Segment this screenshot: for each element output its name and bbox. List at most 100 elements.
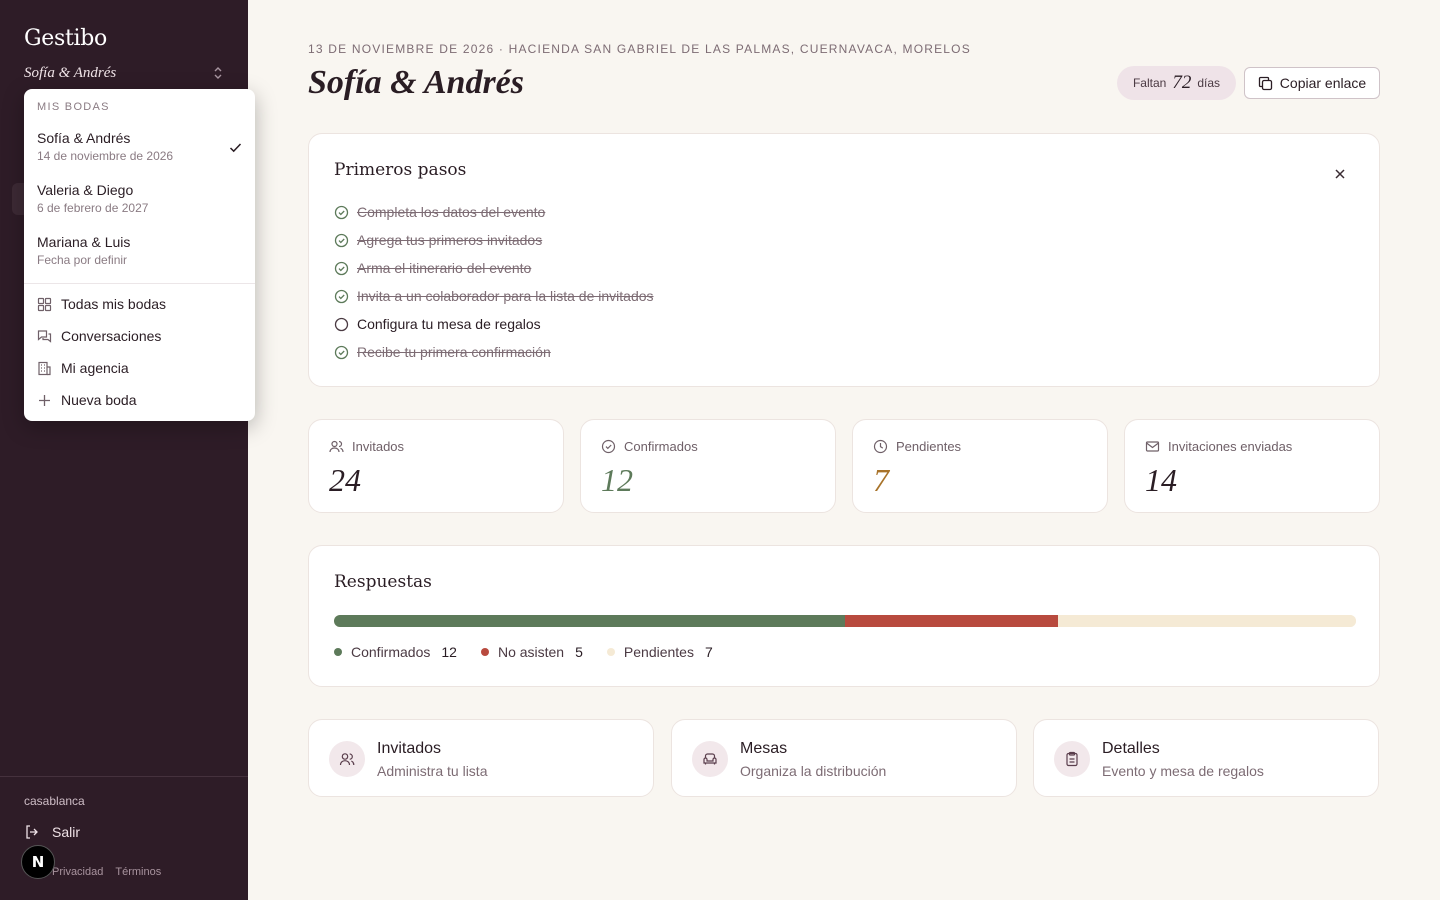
check-circle-icon: [334, 233, 349, 247]
stat-label-text: Invitaciones enviadas: [1168, 439, 1293, 454]
checklist-item-label: Recibe tu primera confirmación: [357, 344, 551, 360]
stat-card-guests[interactable]: Invitados 24: [308, 419, 564, 513]
nav-card-title: Invitados: [377, 740, 442, 757]
countdown-value: 72: [1172, 72, 1192, 93]
stat-card-pending[interactable]: Pendientes 7: [852, 419, 1108, 513]
nav-card-subtitle: Evento y mesa de regalos: [1102, 763, 1264, 779]
logout-icon: [26, 825, 38, 839]
checklist-item[interactable]: Invita a un colaborador para la lista de…: [334, 288, 654, 304]
checklist-item[interactable]: Recibe tu primera confirmación: [334, 344, 551, 360]
nav-card-title: Detalles: [1102, 740, 1160, 757]
all-weddings-action[interactable]: Todas mis bodas: [37, 293, 166, 315]
legend-label: No asisten: [497, 644, 565, 660]
chevron-up-down-icon: [214, 67, 222, 79]
wedding-option[interactable]: Sofía & Andrés 14 de noviembre de 2026: [24, 126, 255, 174]
stat-value: 7: [873, 462, 889, 498]
weddings-dropdown: MIS BODAS Sofía & Andrés 14 de noviembre…: [24, 89, 255, 421]
action-label: Mi agencia: [61, 360, 129, 376]
check-circle-icon: [334, 205, 349, 219]
empty-circle-icon: [334, 317, 349, 331]
brand-logo[interactable]: Gestibo: [24, 26, 107, 51]
nav-card-details[interactable]: Detalles Evento y mesa de regalos: [1033, 719, 1379, 797]
stat-value: 14: [1145, 462, 1177, 498]
close-icon[interactable]: [1333, 167, 1347, 181]
clipboard-icon: [1066, 751, 1078, 767]
current-wedding-name: Sofía & Andrés: [24, 64, 117, 81]
wedding-option[interactable]: Mariana & Luis Fecha por definir: [24, 230, 255, 278]
checklist-item[interactable]: Completa los datos del evento: [334, 204, 545, 220]
stat-label-text: Invitados: [352, 439, 405, 454]
nav-card-icon: [1054, 741, 1090, 777]
check-circle-icon: [334, 345, 349, 359]
check-circle-icon: [334, 289, 349, 303]
sofa-icon: [703, 753, 717, 765]
new-wedding-action[interactable]: Nueva boda: [37, 389, 137, 411]
event-date-location: 13 DE NOVIEMBRE DE 2026 · HACIENDA SAN G…: [308, 42, 971, 56]
stat-label: Invitados: [329, 439, 404, 454]
legend-count: 5: [575, 644, 583, 660]
building-icon: [38, 361, 51, 375]
checklist-item-label: Completa los datos del evento: [357, 204, 546, 220]
sidebar-divider: [0, 776, 248, 777]
legend-item: Pendientes 7: [606, 644, 713, 660]
legend-dot: [480, 648, 489, 656]
check-icon: [229, 143, 242, 153]
stat-value: 24: [329, 462, 361, 498]
legend-item: No asisten 5: [480, 644, 583, 660]
logout-button[interactable]: Salir: [24, 824, 80, 840]
wedding-option-date: Fecha por definir: [37, 253, 128, 267]
plus-icon: [39, 394, 50, 406]
responses-title: Respuestas: [334, 572, 432, 592]
nav-card-icon: [692, 741, 728, 777]
org-name: casablanca: [24, 794, 85, 808]
clock-icon: [873, 439, 888, 454]
checklist-item-label: Configura tu mesa de regalos: [357, 316, 541, 332]
wedding-option-date: 6 de febrero de 2027: [37, 201, 149, 215]
getting-started-card: Primeros pasos Completa los datos del ev…: [308, 133, 1380, 387]
nav-card-tables[interactable]: Mesas Organiza la distribución: [671, 719, 1017, 797]
countdown-suffix: días: [1197, 76, 1221, 90]
action-label: Conversaciones: [61, 328, 162, 344]
stat-card-invitations[interactable]: Invitaciones enviadas 14: [1124, 419, 1380, 513]
countdown-badge: Faltan 72 días: [1117, 66, 1236, 100]
stat-label: Invitaciones enviadas: [1145, 439, 1292, 454]
responses-legend: Confirmados 12 No asisten 5 Pendientes 7: [334, 644, 713, 660]
nav-card-subtitle: Organiza la distribución: [740, 763, 887, 779]
responses-progress-bar: [334, 615, 1356, 627]
stat-label-text: Confirmados: [624, 439, 698, 454]
legend-item: Confirmados 12: [334, 644, 457, 660]
wedding-option-name: Valeria & Diego: [37, 182, 134, 198]
stat-label: Pendientes: [873, 439, 961, 454]
checklist-item[interactable]: Configura tu mesa de regalos: [334, 316, 541, 332]
dropdown-divider: [24, 283, 255, 284]
progress-segment: [1057, 615, 1356, 627]
conversations-action[interactable]: Conversaciones: [37, 325, 161, 347]
wedding-option-name: Sofía & Andrés: [37, 130, 131, 146]
wedding-option-date: 14 de noviembre de 2026: [37, 149, 174, 163]
copy-link-button[interactable]: Copiar enlace: [1244, 67, 1380, 99]
terms-link[interactable]: Términos: [115, 866, 161, 878]
mail-icon: [1145, 441, 1160, 452]
wedding-option-name: Mariana & Luis: [37, 234, 131, 250]
agency-action[interactable]: Mi agencia: [37, 357, 129, 379]
countdown-prefix: Faltan: [1132, 76, 1167, 90]
users-icon: [339, 753, 355, 766]
wedding-option[interactable]: Valeria & Diego 6 de febrero de 2027: [24, 178, 255, 226]
legend-count: 12: [441, 644, 457, 660]
nav-card-subtitle: Administra tu lista: [377, 763, 488, 779]
copy-icon: [1258, 76, 1272, 90]
legend-count: 7: [704, 644, 713, 660]
nav-card-icon: [329, 741, 365, 777]
getting-started-title: Primeros pasos: [334, 160, 467, 180]
nav-card-guests[interactable]: Invitados Administra tu lista: [308, 719, 654, 797]
wedding-switcher[interactable]: Sofía & Andrés: [24, 63, 224, 83]
checklist-item-label: Agrega tus primeros invitados: [357, 232, 543, 248]
checklist-item[interactable]: Arma el itinerario del evento: [334, 260, 531, 276]
checklist-item[interactable]: Agrega tus primeros invitados: [334, 232, 542, 248]
stat-label-text: Pendientes: [896, 439, 962, 454]
stat-value: 12: [601, 462, 633, 498]
stat-card-confirmed[interactable]: Confirmados 12: [580, 419, 836, 513]
action-label: Todas mis bodas: [61, 296, 167, 312]
progress-segment: [334, 615, 845, 627]
dev-badge[interactable]: N: [21, 845, 55, 879]
